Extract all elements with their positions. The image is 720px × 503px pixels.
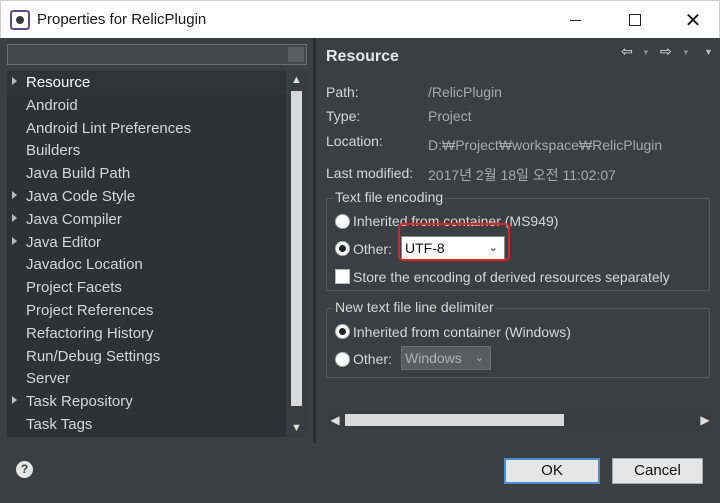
tree-item-label: Refactoring History	[26, 324, 154, 342]
help-icon[interactable]: ?	[16, 461, 33, 478]
delimiter-other-label: Other:	[353, 351, 392, 367]
tree-item[interactable]: Refactoring History	[7, 322, 286, 345]
chevron-down-icon[interactable]: ⌄	[489, 237, 498, 259]
clear-filter-icon[interactable]	[288, 47, 304, 62]
encoding-inherited-label: Inherited from container (MS949)	[353, 213, 559, 229]
property-page: Resource ⇦ ▼ ⇨ ▼ ▼ Path: /RelicPlugin Ty…	[316, 38, 720, 443]
tree-item-label: Java Build Path	[26, 165, 131, 183]
tree-item-label: Android Lint Preferences	[26, 119, 192, 137]
page-scroll-thumb[interactable]	[345, 414, 564, 426]
minimize-button[interactable]	[549, 1, 601, 39]
close-button[interactable]: ✕	[667, 1, 719, 39]
store-derived-encoding-checkbox[interactable]	[335, 269, 350, 284]
line-delimiter-group: New text file line delimiter Inherited f…	[326, 299, 710, 378]
tree-item-label: Task Repository	[26, 393, 133, 411]
tree-item-label: Java Editor	[26, 233, 102, 251]
chevron-down-icon[interactable]: ⌄	[475, 347, 484, 369]
tree-item-label: Resource	[26, 74, 91, 91]
encoding-other-label: Other:	[353, 241, 392, 257]
tree-item-label: Server	[26, 370, 71, 388]
tree-item[interactable]: Java Compiler	[7, 208, 286, 231]
scroll-down-arrow-icon[interactable]: ▼	[286, 419, 307, 437]
encoding-inherited-radio[interactable]	[335, 214, 350, 229]
tree-item[interactable]: Java Code Style	[7, 185, 286, 208]
tree-item[interactable]: Task Repository	[7, 390, 286, 413]
delimiter-select[interactable]: Windows ⌄	[401, 346, 491, 370]
view-menu-icon[interactable]: ▼	[704, 47, 713, 57]
location-label: Location:	[326, 133, 383, 149]
path-label: Path:	[326, 84, 359, 100]
minimize-icon	[569, 19, 581, 21]
expand-arrow-icon[interactable]	[12, 77, 17, 85]
tree-item-label: Project References	[26, 302, 154, 319]
tree-item-label: Builders	[26, 142, 81, 160]
tree-item-label: Java Compiler	[26, 210, 122, 228]
delimiter-select-value: Windows	[405, 350, 462, 366]
tree-item[interactable]: Java Build Path	[7, 162, 286, 185]
eclipse-app-icon	[10, 10, 30, 30]
encoding-group-title: Text file encoding	[333, 189, 446, 205]
location-value: D:₩Project₩workspace₩RelicPlugin	[428, 137, 663, 153]
window-title: Properties for RelicPlugin	[37, 11, 207, 28]
encoding-select[interactable]: UTF-8 ⌄	[401, 236, 505, 260]
text-file-encoding-group: Text file encoding Inherited from contai…	[326, 189, 710, 291]
delimiter-inherited-radio[interactable]	[335, 324, 350, 339]
type-label: Type:	[326, 108, 361, 124]
tree-vertical-scrollbar[interactable]: ▲ ▼	[286, 71, 307, 437]
delimiter-other-radio[interactable]	[335, 352, 350, 367]
last-modified-label: Last modified:	[326, 165, 414, 181]
tree-item-label: Project Facets	[26, 279, 122, 297]
property-page-tree[interactable]: Task Tags Task Repository Server Run/Debug …	[7, 71, 307, 437]
title-bar: Properties for RelicPlugin ✕	[0, 0, 720, 38]
tree-item-label: Run/Debug Settings	[26, 347, 161, 365]
expand-arrow-icon[interactable]	[12, 396, 17, 405]
tree-item-label: Task Tags	[26, 416, 93, 433]
tree-item[interactable]: Project Facets	[7, 276, 286, 299]
tree-item-label: Java Code Style	[26, 188, 136, 205]
tree-item[interactable]: Android Lint Preferences	[7, 117, 286, 140]
tree-item[interactable]: Android	[7, 94, 286, 117]
type-value: Project	[428, 108, 472, 124]
forward-arrow-icon[interactable]: ⇨	[660, 43, 672, 60]
tree-item-label: Android	[26, 96, 78, 114]
tree-scroll-thumb[interactable]	[291, 91, 302, 406]
tree-item[interactable]: Project References	[7, 299, 286, 322]
encoding-other-radio[interactable]	[335, 241, 350, 256]
tree-item[interactable]: Run/Debug Settings	[7, 345, 286, 368]
expand-arrow-icon[interactable]	[12, 213, 17, 222]
last-modified-value: 2017년 2월 18일 오전 11:02:07	[428, 167, 616, 183]
ok-button[interactable]: OK	[504, 458, 600, 484]
close-icon: ✕	[684, 9, 702, 32]
store-derived-encoding-label: Store the encoding of derived resources …	[353, 269, 670, 285]
page-horizontal-scrollbar[interactable]: ◀ ▶	[326, 410, 714, 430]
filter-field[interactable]	[7, 44, 307, 65]
encoding-select-value: UTF-8	[405, 240, 445, 256]
tree-item[interactable]: Java Editor	[7, 231, 286, 254]
filter-input[interactable]	[8, 45, 306, 64]
tree-item-label: Javadoc Location	[26, 256, 143, 274]
cancel-button[interactable]: Cancel	[612, 458, 703, 484]
maximize-icon	[629, 14, 641, 26]
scroll-right-arrow-icon[interactable]: ▶	[696, 410, 714, 430]
expand-arrow-icon[interactable]	[12, 236, 17, 245]
back-arrow-icon[interactable]: ⇦	[621, 43, 633, 60]
tree-item[interactable]: Server	[7, 367, 286, 390]
tree-item[interactable]: Resource	[7, 71, 286, 94]
expand-arrow-icon[interactable]	[12, 191, 17, 199]
page-title: Resource	[326, 48, 399, 65]
tree-item[interactable]: Task Tags	[7, 413, 286, 436]
tree-item[interactable]: Builders	[7, 139, 286, 162]
scroll-left-arrow-icon[interactable]: ◀	[326, 410, 344, 430]
delimiter-inherited-label: Inherited from container (Windows)	[353, 324, 571, 340]
scroll-up-arrow-icon[interactable]: ▲	[286, 71, 307, 89]
path-value: /RelicPlugin	[428, 84, 502, 100]
back-history-dropdown-icon[interactable]: ▼	[642, 48, 650, 57]
forward-history-dropdown-icon[interactable]: ▼	[682, 48, 690, 57]
delimiter-group-title: New text file line delimiter	[333, 299, 496, 315]
tree-item[interactable]: Javadoc Location	[7, 253, 286, 276]
maximize-button[interactable]	[609, 1, 661, 39]
